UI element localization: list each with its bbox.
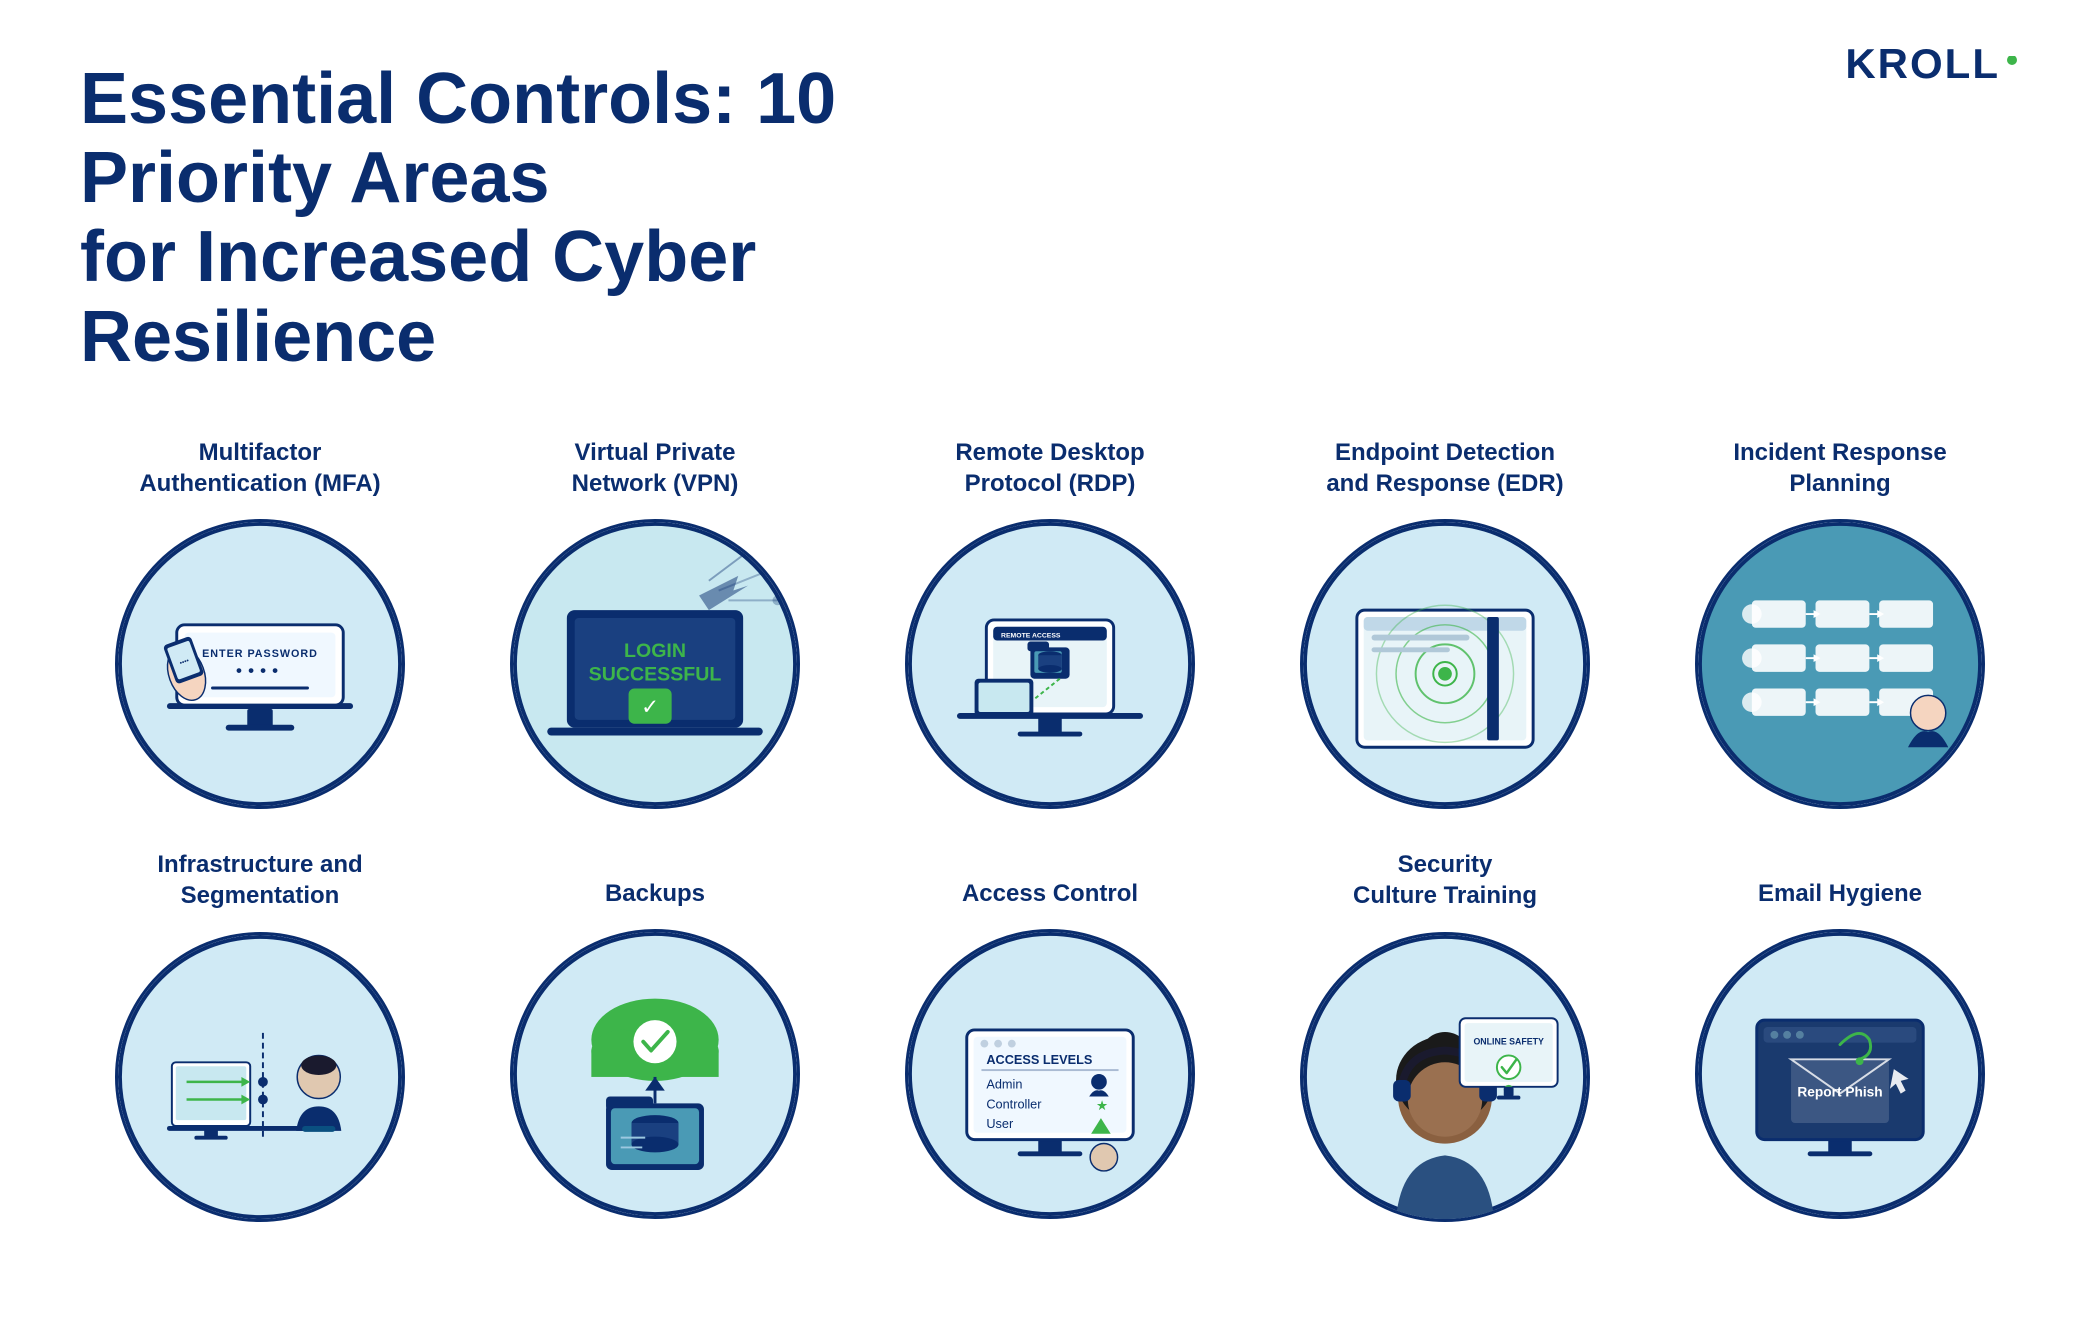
illustration-vpn: LOGIN SUCCESSFUL ✓	[510, 519, 800, 809]
illustration-security: ONLINE SAFETY	[1300, 932, 1590, 1222]
card-title-email: Email Hygiene	[1758, 849, 1922, 909]
card-title-mfa: MultifactorAuthentication (MFA)	[139, 437, 380, 499]
logo-text: KROLL	[1845, 40, 2000, 88]
illustration-rdp: REMOTE ACCESS	[905, 519, 1195, 809]
logo-accent-icon	[2004, 56, 2020, 72]
backups-svg	[513, 929, 797, 1219]
vpn-svg: LOGIN SUCCESSFUL ✓	[513, 519, 797, 809]
svg-text:REMOTE ACCESS: REMOTE ACCESS	[1001, 633, 1061, 640]
svg-text:SUCCESSFUL: SUCCESSFUL	[589, 664, 722, 686]
illustration-infra	[115, 932, 405, 1222]
illustration-access: ACCESS LEVELS Admin Controller ★ User	[905, 929, 1195, 1219]
card-vpn: Virtual PrivateNetwork (VPN) LOGIN SUCCE…	[475, 437, 835, 809]
illustration-email: Report Phish	[1695, 929, 1985, 1219]
card-edr: Endpoint Detectionand Response (EDR)	[1265, 437, 1625, 809]
svg-text:LOGIN: LOGIN	[624, 640, 686, 662]
page-title: Essential Controls: 10 Priority Areas fo…	[80, 60, 980, 377]
irp-svg	[1698, 519, 1982, 809]
card-title-rdp: Remote DesktopProtocol (RDP)	[955, 437, 1144, 499]
row2: Infrastructure andSegmentation	[80, 849, 2020, 1221]
svg-text:••••: ••••	[236, 661, 284, 681]
card-backups: Backups	[475, 849, 835, 1221]
illustration-edr	[1300, 519, 1590, 809]
card-access: Access Control ACCESS LEVELS	[870, 849, 1230, 1221]
svg-text:★: ★	[1096, 1098, 1108, 1113]
card-title-infra: Infrastructure andSegmentation	[157, 849, 362, 911]
svg-text:Controller: Controller	[986, 1096, 1042, 1111]
svg-text:✓: ✓	[641, 695, 659, 719]
card-infra: Infrastructure andSegmentation	[80, 849, 440, 1221]
email-svg: Report Phish	[1698, 929, 1982, 1219]
card-rdp: Remote DesktopProtocol (RDP) REMOTE ACCE…	[870, 437, 1230, 809]
card-mfa: MultifactorAuthentication (MFA) ENTER PA…	[80, 437, 440, 809]
card-title-backups: Backups	[605, 849, 705, 909]
kroll-logo: KROLL	[1845, 40, 2020, 88]
edr-svg	[1303, 519, 1587, 809]
row1: MultifactorAuthentication (MFA) ENTER PA…	[80, 437, 2020, 809]
svg-text:Admin: Admin	[986, 1077, 1022, 1092]
svg-text:ACCESS LEVELS: ACCESS LEVELS	[986, 1052, 1092, 1067]
svg-text:User: User	[986, 1116, 1014, 1131]
illustration-mfa: ENTER PASSWORD •••• ••••	[115, 519, 405, 809]
card-security: SecurityCulture Training	[1265, 849, 1625, 1221]
card-title-irp: Incident ResponsePlanning	[1733, 437, 1946, 499]
card-title-edr: Endpoint Detectionand Response (EDR)	[1326, 437, 1563, 499]
security-svg: ONLINE SAFETY	[1303, 932, 1587, 1222]
rdp-svg: REMOTE ACCESS	[908, 519, 1192, 809]
card-title-access: Access Control	[962, 849, 1138, 909]
page-container: KROLL Essential Controls: 10 Priority Ar…	[0, 0, 2100, 1322]
access-svg: ACCESS LEVELS Admin Controller ★ User	[908, 929, 1192, 1219]
logo-area: KROLL	[1845, 40, 2020, 88]
title-line2: for Increased Cyber Resilience	[80, 217, 756, 376]
illustration-backups	[510, 929, 800, 1219]
svg-text:Report Phish: Report Phish	[1797, 1085, 1882, 1100]
card-email: Email Hygiene	[1660, 849, 2020, 1221]
mfa-svg: ENTER PASSWORD •••• ••••	[118, 519, 402, 809]
infra-svg	[118, 932, 402, 1222]
card-title-security: SecurityCulture Training	[1353, 849, 1537, 911]
illustration-irp	[1695, 519, 1985, 809]
title-line1: Essential Controls: 10 Priority Areas	[80, 59, 836, 218]
card-irp: Incident ResponsePlanning	[1660, 437, 2020, 809]
svg-text:ENTER PASSWORD: ENTER PASSWORD	[202, 648, 318, 660]
card-title-vpn: Virtual PrivateNetwork (VPN)	[572, 437, 739, 499]
svg-text:ONLINE SAFETY: ONLINE SAFETY	[1473, 1036, 1544, 1046]
